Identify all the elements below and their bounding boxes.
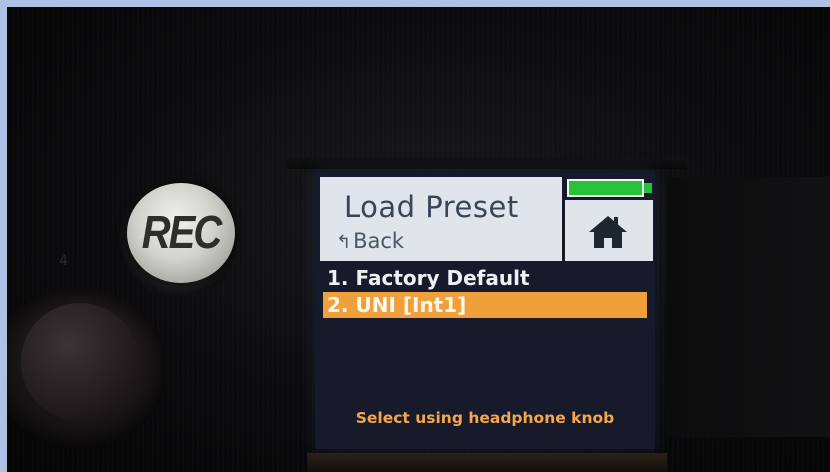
rec-button[interactable]: REC [127,183,235,283]
home-button[interactable] [565,200,653,261]
screen-bezel [287,157,687,169]
preset-item-factory-default[interactable]: 1. Factory Default [323,265,647,291]
panel-number: 4 [59,253,68,269]
screen-header: Load Preset ↰Back [320,177,562,261]
home-icon [589,216,627,248]
headphone-knob[interactable] [21,303,139,421]
device-side-panel [667,177,830,437]
return-arrow-icon: ↰ [336,232,352,253]
battery-indicator [567,179,644,197]
device-screen: Load Preset ↰Back 1. Factory Default 2. … [315,171,655,449]
hint-text: Select using headphone knob [355,409,615,427]
back-button[interactable]: ↰Back [336,229,404,253]
rec-button-label: REC [141,207,222,258]
device-photo: REC 4 Load Preset ↰Back 1. Factory Defau… [7,7,830,472]
device-lower-edge [307,453,667,472]
page-title: Load Preset [344,190,519,224]
back-label: Back [353,229,405,253]
battery-tip [644,183,652,193]
preset-item-uni-int1[interactable]: 2. UNI [Int1] [323,292,647,318]
